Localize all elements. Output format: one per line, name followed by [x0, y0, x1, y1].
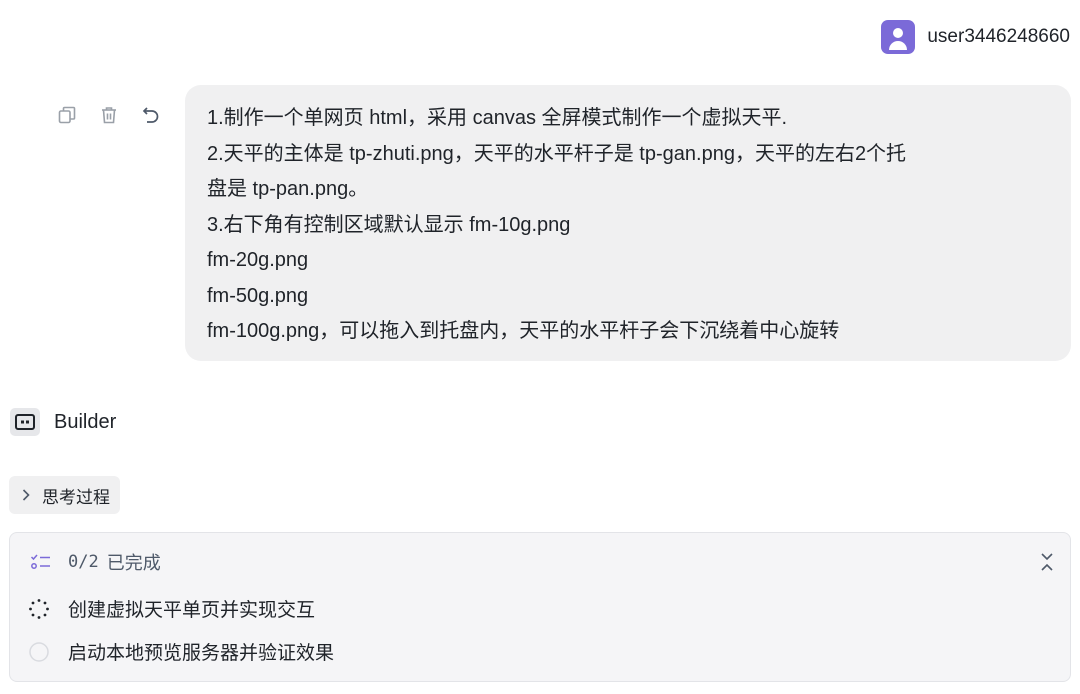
undo-icon	[142, 107, 159, 123]
message-line: 2.天平的主体是 tp-zhuti.png，天平的水平杆子是 tp-gan.pn…	[207, 142, 907, 165]
chevron-right-icon	[22, 489, 30, 501]
assistant-name: Builder	[54, 410, 117, 433]
collapse-button[interactable]	[1038, 551, 1056, 573]
task-label: 启动本地预览服务器并验证效果	[68, 643, 335, 664]
message-line: fm-100g.png，可以拖入到托盘内，天平的水平杆子会下沉绕着中心旋转	[207, 320, 840, 342]
task-count: 0/2	[68, 552, 99, 572]
task-item-in-progress: 创建虚拟天平单页并实现交互	[28, 595, 315, 622]
delete-button[interactable]	[98, 104, 120, 126]
task-label: 创建虚拟天平单页并实现交互	[68, 600, 316, 621]
thinking-label: 思考过程	[42, 487, 110, 507]
avatar[interactable]	[881, 20, 916, 54]
message-line: 1.制作一个单网页 html，采用 canvas 全屏模式制作一个虚拟天平.	[207, 107, 788, 129]
message-line: 盘是 tp-pan.png。	[207, 178, 369, 200]
builder-icon	[10, 408, 40, 436]
loading-spinner-icon	[29, 598, 49, 619]
user-header: user3446248660	[881, 20, 1070, 54]
task-panel: 0/2 已完成 创建虚拟天平单页并实现交互 启动本地预览服务器并验证效果	[9, 532, 1071, 682]
task-header: 0/2 已完成	[30, 549, 161, 575]
thinking-toggle[interactable]: 思考过程	[9, 476, 120, 514]
message-line: fm-50g.png	[207, 284, 309, 307]
message-actions	[56, 104, 162, 126]
collapse-icon	[1041, 553, 1053, 571]
user-message-bubble: 1.制作一个单网页 html，采用 canvas 全屏模式制作一个虚拟天平. 2…	[185, 85, 1071, 361]
checklist-icon	[30, 554, 50, 569]
message-line: 3.右下角有控制区域默认显示 fm-10g.png	[207, 213, 571, 236]
copy-button[interactable]	[56, 104, 78, 126]
message-line: fm-20g.png	[207, 249, 309, 271]
person-icon	[893, 28, 904, 38]
copy-icon	[58, 106, 76, 124]
undo-button[interactable]	[140, 104, 162, 126]
username: user3446248660	[927, 26, 1070, 47]
task-item-pending: 启动本地预览服务器并验证效果	[28, 638, 334, 665]
assistant-header: Builder	[10, 408, 116, 436]
pending-circle-icon	[29, 641, 49, 662]
trash-icon	[102, 107, 116, 124]
task-header-label: 已完成	[106, 553, 161, 573]
